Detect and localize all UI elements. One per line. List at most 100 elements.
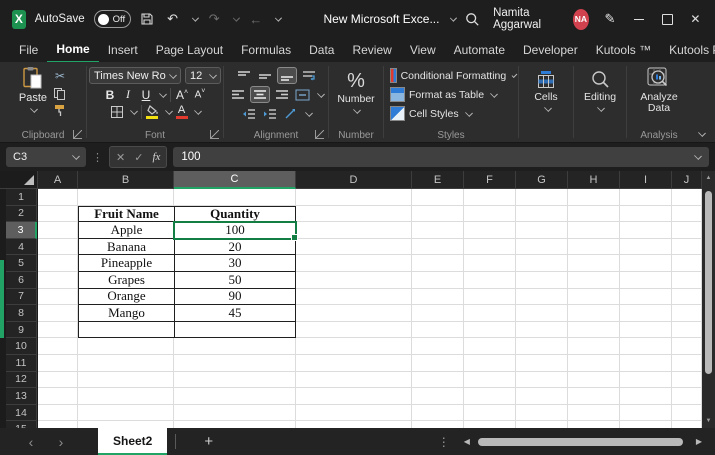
formula-bar-handle-icon[interactable]: ⋮ — [92, 151, 103, 164]
table-cell[interactable]: 50 — [174, 272, 296, 289]
font-color-icon[interactable]: A — [176, 105, 188, 119]
grid-cell[interactable] — [174, 405, 296, 422]
grid-cell[interactable] — [516, 305, 568, 322]
editing-button[interactable]: Editing — [584, 70, 616, 113]
grid-cell[interactable] — [78, 355, 174, 372]
sheet-nav-right-icon[interactable]: › — [46, 434, 76, 450]
grid-cell[interactable] — [568, 338, 620, 355]
tab-automate[interactable]: Automate — [445, 38, 514, 62]
grid-cell[interactable] — [78, 372, 174, 389]
column-header-H[interactable]: H — [568, 171, 620, 189]
grid-cell[interactable] — [412, 272, 464, 289]
grid-cell[interactable] — [620, 355, 672, 372]
grid-cell[interactable] — [620, 289, 672, 306]
insert-function-icon[interactable]: fx — [152, 151, 160, 163]
grid-cell[interactable] — [38, 421, 78, 428]
grid-cell[interactable] — [516, 239, 568, 256]
grid-cell[interactable] — [464, 322, 516, 339]
table-cell[interactable]: Orange — [78, 289, 174, 306]
styles-item-conditional-formatting[interactable]: Conditional Formatting — [386, 66, 516, 85]
row-header-1[interactable]: 1 — [6, 189, 37, 206]
grid-cell[interactable] — [568, 272, 620, 289]
grid-cell[interactable] — [672, 355, 702, 372]
alignment-dialog-launcher-icon[interactable] — [315, 130, 324, 139]
row-header-9[interactable]: 9 — [6, 322, 37, 339]
orientation-icon[interactable] — [282, 106, 300, 121]
tab-kutools-[interactable]: Kutools ™ — [587, 38, 660, 62]
table-cell[interactable]: Banana — [78, 239, 174, 256]
user-name[interactable]: Namita Aggarwal — [493, 7, 560, 31]
analyze-data-button[interactable]: Analyze Data — [631, 66, 687, 114]
grid-cell[interactable] — [464, 206, 516, 223]
grid-cell[interactable] — [568, 355, 620, 372]
grid-cell[interactable] — [516, 338, 568, 355]
table-cell[interactable]: Quantity — [174, 206, 296, 223]
sheet-tab-sheet2[interactable]: Sheet2 — [98, 428, 167, 455]
grid-cell[interactable] — [620, 372, 672, 389]
grid-cell[interactable] — [78, 388, 174, 405]
cells-button[interactable]: Cells — [534, 70, 557, 113]
pen-icon[interactable]: ✎ — [602, 11, 618, 27]
grid-cell[interactable] — [38, 289, 78, 306]
format-painter-icon[interactable] — [53, 104, 67, 117]
grid-cell[interactable] — [296, 305, 412, 322]
fill-handle[interactable] — [291, 234, 298, 241]
row-header-13[interactable]: 13 — [6, 388, 37, 405]
grid-cell[interactable] — [620, 421, 672, 428]
grid-cell[interactable] — [296, 405, 412, 422]
row-header-7[interactable]: 7 — [6, 289, 37, 306]
undo-chevron-icon[interactable] — [191, 15, 198, 22]
grid-cell[interactable] — [516, 322, 568, 339]
expand-formula-bar-chevron-icon[interactable] — [694, 152, 702, 160]
tab-review[interactable]: Review — [343, 38, 400, 62]
grid-cell[interactable] — [568, 322, 620, 339]
grid-cell[interactable] — [672, 388, 702, 405]
row-header-14[interactable]: 14 — [6, 405, 37, 422]
underline-chevron-icon[interactable] — [159, 90, 167, 98]
document-title[interactable]: New Microsoft Exce... — [323, 12, 439, 26]
grid-cell[interactable] — [620, 272, 672, 289]
table-cell[interactable]: Grapes — [78, 272, 174, 289]
row-header-10[interactable]: 10 — [6, 338, 37, 355]
grid-cell[interactable] — [672, 222, 702, 239]
grid-cell[interactable] — [516, 289, 568, 306]
quick-access-chevron-icon[interactable] — [275, 15, 282, 22]
grid-cell[interactable] — [568, 421, 620, 428]
grid-cell[interactable] — [620, 388, 672, 405]
grid-cell[interactable] — [672, 206, 702, 223]
grid-cell[interactable] — [672, 255, 702, 272]
grid-cell[interactable] — [412, 405, 464, 422]
tab-view[interactable]: View — [401, 38, 445, 62]
autosave-toggle[interactable]: Off — [94, 10, 131, 28]
column-header-B[interactable]: B — [78, 171, 174, 189]
number-format-button[interactable]: % Number — [337, 71, 374, 115]
tab-insert[interactable]: Insert — [99, 38, 147, 62]
row-header-2[interactable]: 2 — [6, 206, 37, 223]
tab-file[interactable]: File — [10, 38, 47, 62]
grid-cell[interactable] — [672, 305, 702, 322]
grid-cell[interactable] — [464, 272, 516, 289]
grid-cell[interactable] — [296, 355, 412, 372]
table-cell[interactable]: 45 — [174, 305, 296, 322]
cut-icon[interactable]: ✂ — [53, 69, 67, 83]
collapse-ribbon-chevron-icon[interactable] — [698, 129, 706, 137]
scroll-right-icon[interactable]: ▶ — [696, 437, 702, 446]
grid-cell[interactable] — [464, 305, 516, 322]
column-header-F[interactable]: F — [464, 171, 516, 189]
table-cell[interactable]: Fruit Name — [78, 206, 174, 223]
maximize-button[interactable] — [659, 14, 674, 25]
tab-formulas[interactable]: Formulas — [232, 38, 300, 62]
grid-cell[interactable] — [464, 355, 516, 372]
grid-cell[interactable] — [464, 388, 516, 405]
row-header-12[interactable]: 12 — [6, 372, 37, 389]
row-header-11[interactable]: 11 — [6, 355, 37, 372]
row-header-6[interactable]: 6 — [6, 272, 37, 289]
grid-cell[interactable] — [38, 239, 78, 256]
column-header-A[interactable]: A — [38, 171, 78, 189]
grid-cell[interactable] — [464, 338, 516, 355]
search-icon[interactable] — [465, 12, 480, 27]
grid-cell[interactable] — [174, 338, 296, 355]
grid-cell[interactable] — [516, 372, 568, 389]
cells-area[interactable]: Fruit NameQuantityApple100Banana20Pineap… — [38, 189, 702, 428]
fill-color-chevron-icon[interactable] — [165, 107, 173, 115]
